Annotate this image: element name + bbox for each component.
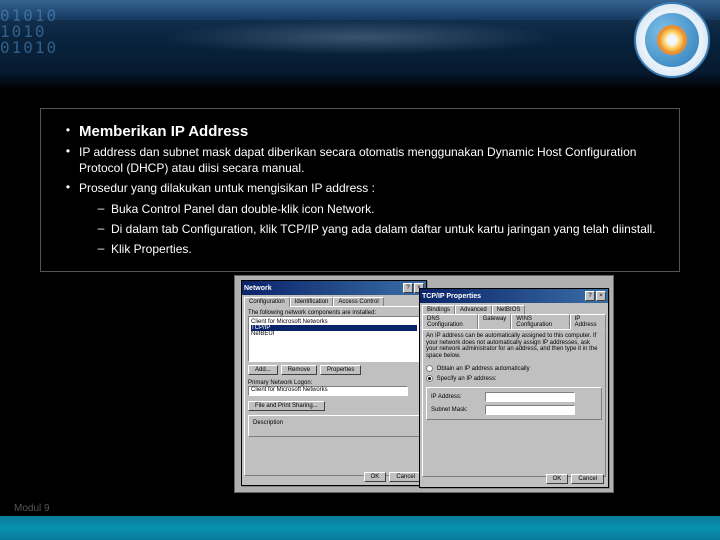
tab-gateway[interactable]: Gateway <box>478 314 512 329</box>
author-label: By : TIRTA SURYA GOTAMA <box>58 503 186 514</box>
ip-field[interactable] <box>485 392 575 402</box>
screenshot-figure: Network ? × Configuration Identification… <box>234 275 614 493</box>
window-title: Network <box>244 285 272 292</box>
tab-advanced[interactable]: Advanced <box>455 305 492 314</box>
properties-button[interactable]: Properties <box>320 365 361 375</box>
add-button[interactable]: Add... <box>248 365 278 375</box>
tab-wins[interactable]: WINS Configuration <box>511 314 569 329</box>
remove-button[interactable]: Remove <box>281 365 317 375</box>
file-print-sharing-button[interactable]: File and Print Sharing... <box>248 401 325 411</box>
sub-item: Buka Control Panel dan double-klik icon … <box>111 201 374 217</box>
cancel-button[interactable]: Cancel <box>389 472 422 482</box>
ip-label: IP Address: <box>431 394 481 400</box>
dash: – <box>91 221 111 235</box>
paragraph-1: IP address dan subnet mask dapat diberik… <box>79 144 663 176</box>
paragraph-2: Prosedur yang dilakukan untuk mengisikan… <box>79 180 375 196</box>
titlebar: TCP/IP Properties ? × <box>420 289 608 303</box>
slide-title: Memberikan IP Address <box>79 123 248 140</box>
network-window: Network ? × Configuration Identification… <box>241 280 427 486</box>
content-box: • Memberikan IP Address • IP address dan… <box>40 108 680 272</box>
description-label: Description <box>253 420 415 426</box>
mask-field[interactable] <box>485 405 575 415</box>
bullet: • <box>57 123 79 137</box>
tab-ipaddress[interactable]: IP Address <box>570 314 606 330</box>
mask-label: Subnet Mask: <box>431 407 481 413</box>
ok-button[interactable]: OK <box>546 474 569 484</box>
tab-bindings[interactable]: Bindings <box>422 305 455 314</box>
bullet: • <box>57 180 79 194</box>
logon-select[interactable]: Client for Microsoft Networks <box>248 386 408 396</box>
tab-netbios[interactable]: NetBIOS <box>492 305 526 314</box>
opt-specify-label: Specify an IP address: <box>437 377 497 383</box>
bullet: • <box>57 144 79 158</box>
radio-auto[interactable] <box>426 365 433 372</box>
module-label: Modul 9 <box>14 503 50 514</box>
help-icon[interactable]: ? <box>403 283 413 293</box>
help-icon[interactable]: ? <box>585 291 595 301</box>
close-icon[interactable]: × <box>596 291 606 301</box>
components-list[interactable]: Client for Microsoft Networks TCP/IP Net… <box>248 316 420 362</box>
sub-item: Di dalam tab Configuration, klik TCP/IP … <box>111 221 656 237</box>
footer-text: Modul 9 By : TIRTA SURYA GOTAMA <box>14 503 187 514</box>
list-item[interactable]: NetBEUI <box>251 331 417 337</box>
titlebar: Network ? × <box>242 281 426 295</box>
dash: – <box>91 201 111 215</box>
ok-button[interactable]: OK <box>364 472 387 482</box>
ip-blurb: An IP address can be automatically assig… <box>426 333 602 359</box>
logo-badge <box>634 2 710 78</box>
tab-access[interactable]: Access Control <box>333 297 383 306</box>
tab-identification[interactable]: Identification <box>290 297 334 306</box>
radio-specify[interactable] <box>426 375 433 382</box>
tab-configuration[interactable]: Configuration <box>244 297 290 307</box>
header-glow <box>160 20 560 55</box>
sub-item: Klik Properties. <box>111 241 192 257</box>
tabs-row: Configuration Identification Access Cont… <box>242 295 426 306</box>
opt-auto-label: Obtain an IP address automatically <box>437 366 530 372</box>
cancel-button[interactable]: Cancel <box>571 474 604 484</box>
tcpip-window: TCP/IP Properties ? × Bindings Advanced … <box>419 288 609 488</box>
tab-dns[interactable]: DNS Configuration <box>422 314 478 329</box>
window-title: TCP/IP Properties <box>422 293 481 300</box>
dash: – <box>91 241 111 255</box>
header-band: 01010101001010 <box>0 0 720 90</box>
footer-band <box>0 516 720 540</box>
